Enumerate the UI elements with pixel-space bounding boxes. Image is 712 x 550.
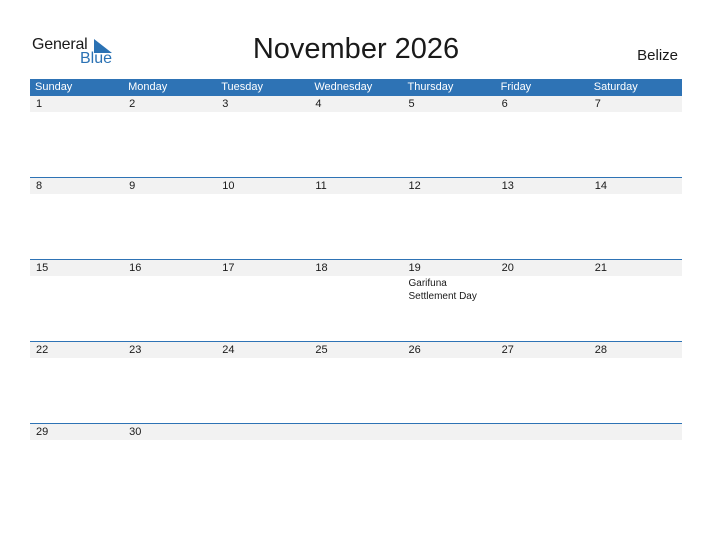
day-cell: 6 xyxy=(496,96,589,112)
day-cell: 1 xyxy=(30,96,123,112)
day-number: 21 xyxy=(594,262,607,274)
day-number: 13 xyxy=(501,180,514,192)
day-cell: 26 xyxy=(403,342,496,358)
day-cell: 14 xyxy=(589,178,682,194)
day-cell: 17 xyxy=(216,260,309,303)
day-cell xyxy=(309,424,402,440)
day-number: 18 xyxy=(315,262,328,274)
day-cell: 4 xyxy=(309,96,402,112)
day-cell: 23 xyxy=(123,342,216,358)
page-title: November 2026 xyxy=(252,33,460,65)
day-number xyxy=(409,424,496,440)
weekday-sunday: Sunday xyxy=(35,81,73,93)
day-cell: 10 xyxy=(216,178,309,194)
day-number: 29 xyxy=(36,426,49,438)
day-cell: 8 xyxy=(30,178,123,194)
day-cell xyxy=(496,424,589,440)
day-cell: 11 xyxy=(309,178,402,194)
day-number: 22 xyxy=(36,344,49,356)
week-row: 1 2 3 4 5 6 7 xyxy=(30,96,682,177)
day-cell: 7 xyxy=(589,96,682,112)
day-cell xyxy=(403,424,496,440)
day-number: 14 xyxy=(594,180,607,192)
day-cell: 13 xyxy=(496,178,589,194)
weekday-wednesday: Wednesday xyxy=(314,81,373,93)
day-number: 28 xyxy=(594,344,607,356)
day-cell: 27 xyxy=(496,342,589,358)
day-cell: 28 xyxy=(589,342,682,358)
day-number: 11 xyxy=(315,180,327,192)
day-number: 10 xyxy=(222,180,235,192)
day-cell: 3 xyxy=(216,96,309,112)
weekday-friday: Friday xyxy=(500,81,532,93)
day-number xyxy=(315,424,402,440)
day-cell: 22 xyxy=(30,342,123,358)
day-number: 16 xyxy=(129,262,142,274)
day-cell: 20 xyxy=(496,260,589,303)
week-row: 29 30 xyxy=(30,423,682,505)
day-number: 24 xyxy=(222,344,235,356)
day-number: 25 xyxy=(315,344,328,356)
day-number: 6 xyxy=(501,98,508,110)
day-number: 19 xyxy=(408,262,421,274)
weekday-saturday: Saturday xyxy=(593,81,638,93)
day-cell: 15 xyxy=(30,260,123,303)
week-row: 8 9 10 11 12 13 14 xyxy=(30,177,682,259)
day-cell: 18 xyxy=(309,260,402,303)
day-cell: 2 xyxy=(123,96,216,112)
day-number: 23 xyxy=(129,344,142,356)
day-cell: 25 xyxy=(309,342,402,358)
day-cell: 30 xyxy=(123,424,216,440)
day-cell: 24 xyxy=(216,342,309,358)
day-number: 26 xyxy=(408,344,421,356)
day-number: 17 xyxy=(222,262,235,274)
week-row: 22 23 24 25 26 27 28 xyxy=(30,341,682,423)
day-cell: 29 xyxy=(30,424,123,440)
day-number: 1 xyxy=(36,98,43,110)
day-number: 3 xyxy=(222,98,229,110)
weekday-tuesday: Tuesday xyxy=(221,81,264,93)
day-cell xyxy=(589,424,682,440)
day-number xyxy=(595,424,682,440)
day-cell: 21 xyxy=(589,260,682,303)
day-number: 4 xyxy=(315,98,322,110)
day-number: 12 xyxy=(408,180,421,192)
day-number: 5 xyxy=(408,98,415,110)
day-number: 15 xyxy=(36,262,49,274)
day-number: 8 xyxy=(36,180,43,192)
week-row: 15 16 17 18 19 Garifuna Settlement Day 20 21 xyxy=(30,259,682,341)
day-number: 30 xyxy=(129,426,142,438)
country-label: Belize xyxy=(637,47,678,64)
day-number: 2 xyxy=(129,98,136,110)
day-number: 20 xyxy=(501,262,514,274)
holiday-label: Garifuna Settlement Day xyxy=(408,278,477,302)
weekday-thursday: Thursday xyxy=(407,81,454,93)
weekday-monday: Monday xyxy=(128,81,168,93)
day-cell: 16 xyxy=(123,260,216,303)
day-cell xyxy=(216,424,309,440)
day-cell: 12 xyxy=(403,178,496,194)
weekday-header: Sunday Monday Tuesday Wednesday Thursday Frid… xyxy=(30,79,682,96)
day-cell: 5 xyxy=(403,96,496,112)
day-number: 9 xyxy=(129,180,136,192)
calendar-grid: Sunday Monday Tuesday Wednesday Thursday Frid… xyxy=(30,79,682,505)
day-cell: 9 xyxy=(123,178,216,194)
day-number xyxy=(222,424,309,440)
day-number xyxy=(502,424,589,440)
day-number: 7 xyxy=(594,98,601,110)
day-number: 27 xyxy=(501,344,514,356)
day-cell: 19 Garifuna Settlement Day xyxy=(403,260,496,303)
